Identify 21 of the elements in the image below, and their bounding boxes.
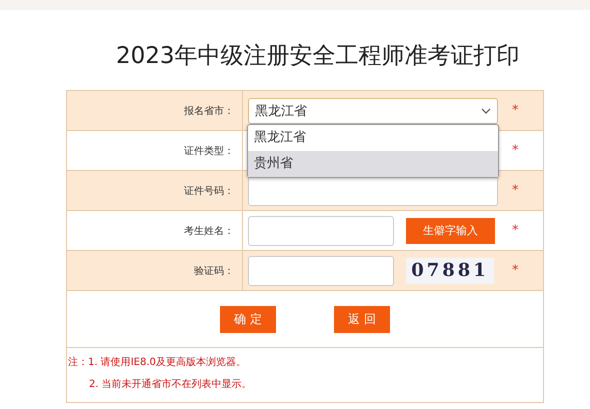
input-field[interactable]	[248, 176, 498, 206]
required-mark: *	[512, 143, 518, 158]
captcha-image[interactable]: 07881	[406, 258, 494, 284]
page-title: 2023年中级注册安全工程师准考证打印	[115, 42, 521, 71]
province-select[interactable]: 黑龙江省	[248, 98, 498, 124]
field-label: 考生姓名：	[184, 224, 234, 238]
required-mark: *	[512, 103, 518, 118]
dropdown-option[interactable]: 贵州省	[248, 151, 498, 177]
required-mark: *	[512, 183, 518, 198]
field-label: 证件类型：	[184, 144, 234, 158]
note-text: 2. 当前未开通省市不在列表中显示。	[88, 378, 253, 392]
chevron-icon	[481, 108, 491, 114]
dropdown-option[interactable]: 黑龙江省	[248, 125, 498, 151]
required-mark: *	[512, 263, 518, 278]
required-mark: *	[512, 223, 518, 238]
note-text: 注：1. 请使用IE8.0及更高版本浏览器。	[68, 356, 247, 370]
field-label: 验证码：	[194, 264, 234, 278]
field-label: 证件号码：	[184, 184, 234, 198]
field-label: 报名省市：	[184, 104, 234, 118]
input-field[interactable]	[248, 256, 394, 286]
input-field[interactable]	[248, 216, 394, 246]
